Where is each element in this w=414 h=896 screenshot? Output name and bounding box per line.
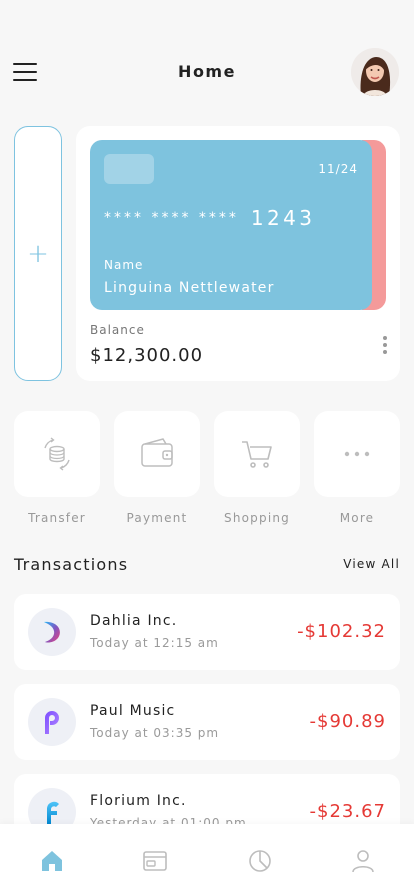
- bottom-nav: [0, 824, 414, 896]
- add-card-button[interactable]: +: [14, 126, 62, 381]
- avatar-image: [351, 48, 399, 96]
- wallet-card-icon: [143, 851, 167, 871]
- more-options-icon[interactable]: [382, 336, 388, 356]
- transaction-row[interactable]: Paul Music Today at 03:35 pm -$90.89: [14, 684, 400, 760]
- app-header: Home: [0, 0, 414, 120]
- nav-wallet[interactable]: [142, 848, 168, 874]
- florium-logo-icon: [47, 801, 59, 824]
- paul-music-logo: [28, 698, 76, 746]
- transactions-title: Transactions: [14, 555, 129, 574]
- card-holder-name: Linguina Nettlewater: [104, 280, 275, 296]
- card-number-masked: **** **** ****: [104, 210, 239, 226]
- action-transfer-tile[interactable]: [14, 411, 100, 497]
- action-payment-label: Payment: [126, 511, 188, 525]
- avatar[interactable]: [351, 48, 399, 96]
- nav-stats[interactable]: [247, 848, 273, 874]
- dahlia-logo-icon: [44, 621, 60, 643]
- transfer-icon: [44, 437, 70, 471]
- transaction-name: Dahlia Inc.: [90, 613, 178, 629]
- card-number-last: 1243: [250, 206, 316, 230]
- action-shopping-label: Shopping: [224, 511, 290, 525]
- plus-icon: +: [27, 238, 49, 269]
- card-chip: [104, 154, 154, 184]
- paul-music-logo-icon: [45, 711, 59, 734]
- transaction-row[interactable]: Dahlia Inc. Today at 12:15 am -$102.32: [14, 594, 400, 670]
- action-payment[interactable]: Payment: [114, 411, 200, 525]
- transaction-amount: -$23.67: [309, 801, 386, 822]
- more-icon: [344, 451, 370, 457]
- card-expiry: 11/24: [318, 162, 358, 176]
- balance-value: $12,300.00: [90, 345, 204, 366]
- card-name-label: Name: [104, 258, 144, 272]
- action-transfer[interactable]: Transfer: [14, 411, 100, 525]
- transaction-name: Paul Music: [90, 703, 176, 719]
- transaction-name: Florium Inc.: [90, 793, 187, 809]
- wallet-icon: [141, 438, 173, 467]
- action-transfer-label: Transfer: [28, 511, 86, 525]
- transaction-time: Today at 03:35 pm: [90, 726, 220, 740]
- transaction-amount: -$90.89: [309, 711, 386, 732]
- pie-chart-icon: [249, 850, 271, 872]
- action-shopping-tile[interactable]: [214, 411, 300, 497]
- card-panel: 11/24 **** **** **** 1243 Name Linguina N…: [76, 126, 400, 381]
- nav-profile[interactable]: [350, 848, 376, 874]
- credit-card[interactable]: 11/24 **** **** **** 1243 Name Linguina N…: [90, 140, 372, 310]
- cart-icon: [242, 441, 272, 468]
- action-shopping[interactable]: Shopping: [214, 411, 300, 525]
- profile-icon: [352, 850, 374, 873]
- action-more-tile[interactable]: [314, 411, 400, 497]
- action-more[interactable]: More: [314, 411, 400, 525]
- action-more-label: More: [339, 511, 375, 525]
- card-number: **** **** **** 1243: [104, 206, 315, 230]
- home-icon: [42, 851, 62, 871]
- transaction-time: Today at 12:15 am: [90, 636, 219, 650]
- balance-label: Balance: [90, 323, 145, 337]
- nav-home[interactable]: [39, 848, 65, 874]
- action-payment-tile[interactable]: [114, 411, 200, 497]
- dahlia-logo: [28, 608, 76, 656]
- transaction-amount: -$102.32: [297, 621, 386, 642]
- view-all-link[interactable]: View All: [343, 557, 400, 571]
